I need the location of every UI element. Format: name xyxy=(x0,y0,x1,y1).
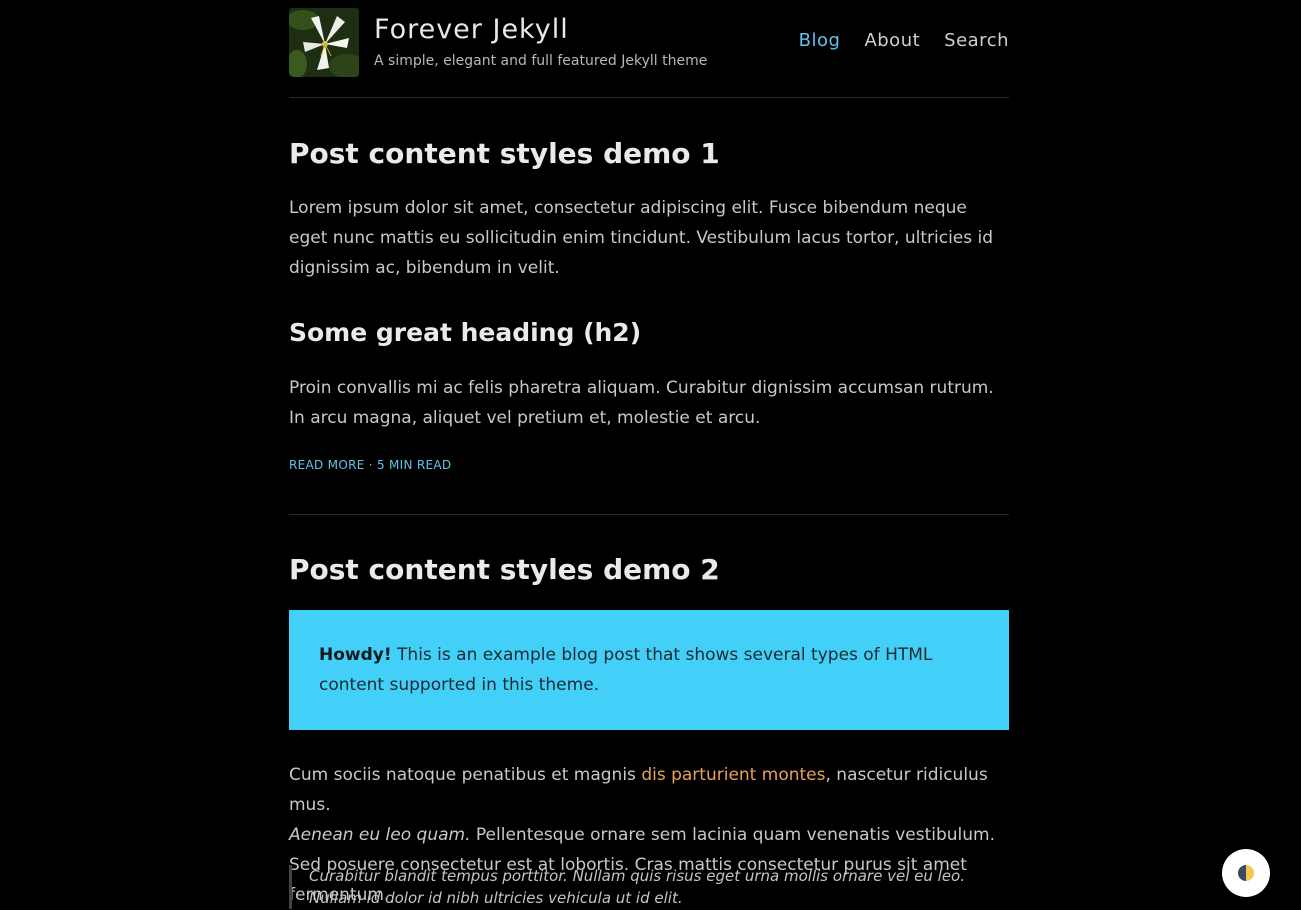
post-divider xyxy=(289,514,1009,515)
post2-inline-link[interactable]: dis parturient montes xyxy=(641,765,825,785)
post1-title[interactable]: Post content styles demo 1 xyxy=(289,137,720,170)
nav-about[interactable]: About xyxy=(864,30,920,51)
site-header: Forever Jekyll A simple, elegant and ful… xyxy=(289,0,1009,98)
page-container: Forever Jekyll A simple, elegant and ful… xyxy=(289,0,1009,909)
post1-paragraph-2: Proin convallis mi ac felis pharetra ali… xyxy=(289,378,994,428)
post1-read-more-link[interactable]: READ MORE · 5 MIN READ xyxy=(289,458,451,472)
nav-blog[interactable]: Blog xyxy=(799,30,841,51)
site-title[interactable]: Forever Jekyll xyxy=(374,14,569,45)
notice-text: This is an example blog post that shows … xyxy=(319,645,933,695)
post2-title[interactable]: Post content styles demo 2 xyxy=(289,553,720,586)
notice-box: Howdy! This is an example blog post that… xyxy=(289,610,1009,730)
main-nav: Blog About Search xyxy=(799,30,1009,51)
post2-emphasis: Aenean eu leo quam. xyxy=(289,825,471,845)
site-description: A simple, elegant and full featured Jeky… xyxy=(374,53,708,69)
post1-paragraph-1: Lorem ipsum dolor sit amet, consectetur … xyxy=(289,198,994,278)
theme-toggle-button[interactable] xyxy=(1222,849,1270,897)
post2-paragraph-start: Cum sociis natoque penatibus et magnis xyxy=(289,765,642,785)
notice-bold: Howdy! xyxy=(319,645,392,665)
site-logo[interactable] xyxy=(289,8,359,77)
post2-blockquote: Curabitur blandit tempus porttitor. Null… xyxy=(289,865,1009,909)
half-circle-icon xyxy=(1238,865,1254,881)
post1-heading: Some great heading (h2) xyxy=(289,318,642,347)
nav-search[interactable]: Search xyxy=(944,30,1009,51)
